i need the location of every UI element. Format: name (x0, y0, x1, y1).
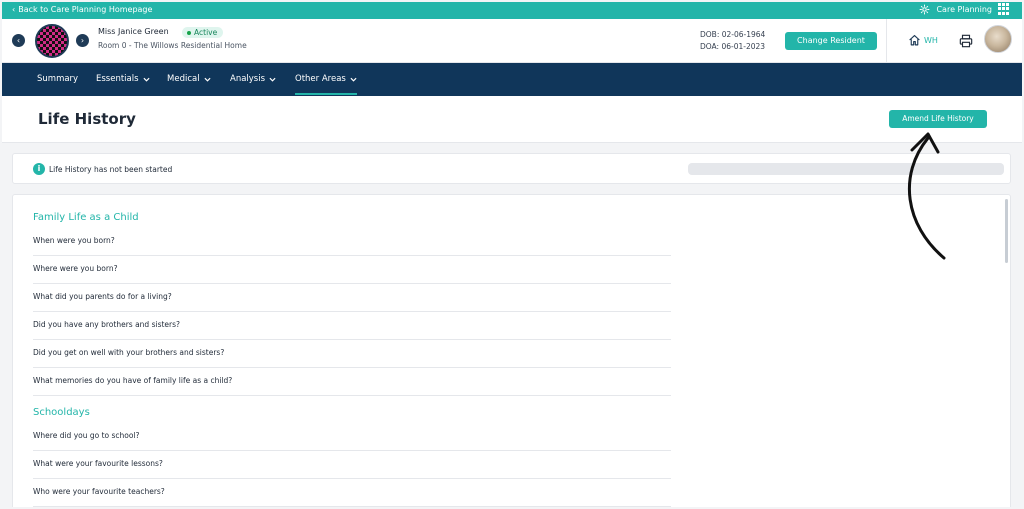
nav-summary[interactable]: Summary (37, 74, 78, 84)
page-title: Life History (38, 110, 136, 128)
next-resident-button[interactable]: › (76, 34, 89, 47)
scrollbar-thumb[interactable] (1005, 199, 1008, 263)
nav-essentials[interactable]: Essentials (96, 74, 150, 84)
chevron-left-icon: ‹ (12, 5, 16, 14)
home-label: WH (924, 35, 938, 45)
home-icon (909, 34, 920, 46)
top-bar: ‹ Back to Care Planning Homepage Care Pl… (2, 2, 1022, 19)
info-card: i Life History has not been started (12, 153, 1011, 184)
date-of-admission: DOA: 06-01-2023 (700, 42, 766, 51)
back-link-label: Back to Care Planning Homepage (18, 5, 153, 14)
question-row[interactable]: What did you parents do for a living? (33, 284, 671, 312)
user-avatar[interactable] (984, 25, 1012, 53)
nav-medical-label: Medical (167, 74, 200, 84)
resident-avatar (35, 24, 69, 58)
question-row[interactable]: Did you get on well with your brothers a… (33, 340, 671, 368)
chevron-down-icon (350, 77, 357, 82)
nav-medical[interactable]: Medical (167, 74, 211, 84)
home-button[interactable]: WH (908, 34, 938, 46)
info-message: Life History has not been started (49, 165, 173, 174)
back-link[interactable]: ‹ Back to Care Planning Homepage (12, 5, 152, 14)
question-row[interactable]: What memories do you have of family life… (33, 368, 671, 396)
chevron-down-icon (143, 77, 150, 82)
status-label: Active (194, 28, 218, 37)
question-row[interactable]: When were you born? (33, 228, 671, 256)
question-row[interactable]: What were your favourite lessons? (33, 451, 671, 479)
header-divider (886, 19, 887, 63)
resident-name: Miss Janice Green (98, 27, 169, 36)
info-icon: i (33, 163, 45, 175)
previous-resident-button[interactable]: ‹ (12, 34, 25, 47)
gear-icon[interactable] (919, 4, 930, 15)
main-nav: Summary Essentials Medical Analysis Othe… (2, 63, 1022, 96)
date-of-birth: DOB: 02-06-1964 (700, 30, 766, 39)
page-header: Life History Amend Life History (2, 96, 1022, 143)
printer-icon[interactable] (959, 34, 973, 48)
app-frame: ‹ Back to Care Planning Homepage Care Pl… (2, 2, 1022, 507)
question-row[interactable]: Where were you born? (33, 256, 671, 284)
resident-room: Room 0 - The Willows Residential Home (98, 41, 247, 50)
chevron-down-icon (269, 77, 276, 82)
nav-analysis-label: Analysis (230, 74, 266, 84)
life-history-content: Family Life as a Child When were you bor… (12, 194, 1011, 507)
progress-bar (688, 163, 1004, 175)
question-row[interactable]: Did you have any brothers and sisters? (33, 312, 671, 340)
resident-dates: DOB: 02-06-1964 DOA: 06-01-2023 (700, 29, 765, 53)
apps-grid-icon[interactable] (998, 3, 1010, 15)
question-row[interactable]: Who were your favourite teachers? (33, 479, 671, 507)
nav-other-areas[interactable]: Other Areas (295, 74, 357, 95)
change-resident-button[interactable]: Change Resident (785, 32, 877, 50)
section-title: Family Life as a Child (33, 212, 139, 223)
nav-analysis[interactable]: Analysis (230, 74, 276, 84)
amend-life-history-button[interactable]: Amend Life History (889, 110, 987, 128)
app-name: Care Planning (936, 4, 992, 14)
status-dot-icon (187, 30, 191, 35)
chevron-down-icon (204, 77, 211, 82)
question-row[interactable]: Where did you go to school? (33, 423, 671, 451)
nav-other-areas-label: Other Areas (295, 74, 346, 84)
status-badge: Active (182, 27, 224, 38)
nav-essentials-label: Essentials (96, 74, 139, 84)
section-title: Schooldays (33, 407, 90, 418)
resident-header: ‹ › Miss Janice Green Active Room 0 - Th… (2, 19, 1022, 63)
nav-summary-label: Summary (37, 74, 79, 84)
